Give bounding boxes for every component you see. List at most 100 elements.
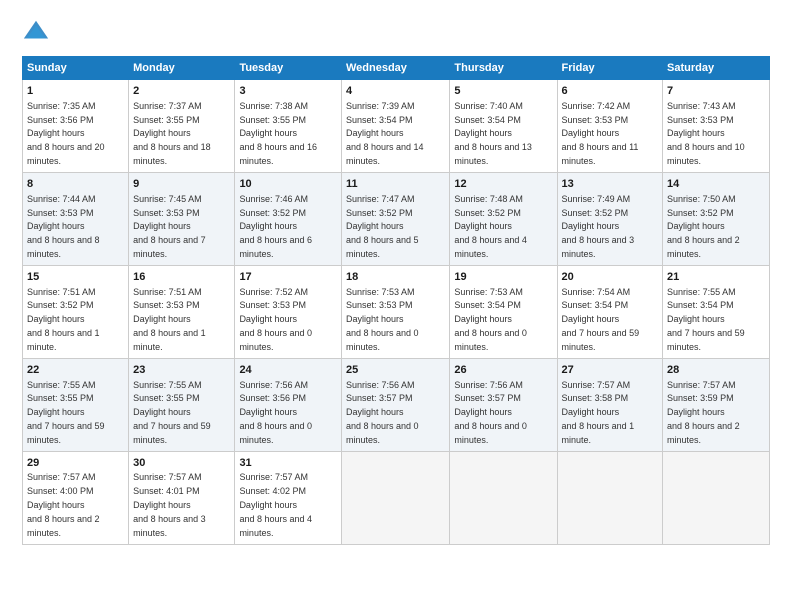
day-cell (557, 451, 663, 544)
day-number: 18 (346, 270, 445, 285)
day-number: 8 (27, 177, 124, 192)
day-detail: Sunrise: 7:55 AMSunset: 3:54 PMDaylight … (667, 287, 745, 352)
logo (22, 18, 54, 46)
day-number: 1 (27, 84, 124, 99)
day-cell: 18 Sunrise: 7:53 AMSunset: 3:53 PMDaylig… (341, 265, 449, 358)
day-number: 6 (562, 84, 659, 99)
day-number: 16 (133, 270, 230, 285)
day-cell: 11 Sunrise: 7:47 AMSunset: 3:52 PMDaylig… (341, 172, 449, 265)
day-number: 30 (133, 456, 230, 471)
day-cell: 16 Sunrise: 7:51 AMSunset: 3:53 PMDaylig… (129, 265, 235, 358)
day-detail: Sunrise: 7:45 AMSunset: 3:53 PMDaylight … (133, 194, 206, 259)
day-detail: Sunrise: 7:39 AMSunset: 3:54 PMDaylight … (346, 101, 424, 166)
day-cell: 20 Sunrise: 7:54 AMSunset: 3:54 PMDaylig… (557, 265, 663, 358)
day-cell: 3 Sunrise: 7:38 AMSunset: 3:55 PMDayligh… (235, 80, 342, 173)
day-detail: Sunrise: 7:46 AMSunset: 3:52 PMDaylight … (239, 194, 312, 259)
day-cell: 24 Sunrise: 7:56 AMSunset: 3:56 PMDaylig… (235, 358, 342, 451)
day-cell (450, 451, 557, 544)
calendar-table: SundayMondayTuesdayWednesdayThursdayFrid… (22, 56, 770, 545)
day-number: 24 (239, 363, 337, 378)
day-detail: Sunrise: 7:55 AMSunset: 3:55 PMDaylight … (27, 380, 105, 445)
header-cell-sunday: Sunday (23, 57, 129, 80)
day-cell: 17 Sunrise: 7:52 AMSunset: 3:53 PMDaylig… (235, 265, 342, 358)
day-detail: Sunrise: 7:57 AMSunset: 4:01 PMDaylight … (133, 472, 206, 537)
day-detail: Sunrise: 7:56 AMSunset: 3:56 PMDaylight … (239, 380, 312, 445)
day-number: 2 (133, 84, 230, 99)
header-row: SundayMondayTuesdayWednesdayThursdayFrid… (23, 57, 770, 80)
day-detail: Sunrise: 7:57 AMSunset: 4:02 PMDaylight … (239, 472, 312, 537)
day-cell: 22 Sunrise: 7:55 AMSunset: 3:55 PMDaylig… (23, 358, 129, 451)
day-number: 22 (27, 363, 124, 378)
day-detail: Sunrise: 7:57 AMSunset: 3:59 PMDaylight … (667, 380, 740, 445)
day-cell: 9 Sunrise: 7:45 AMSunset: 3:53 PMDayligh… (129, 172, 235, 265)
day-detail: Sunrise: 7:38 AMSunset: 3:55 PMDaylight … (239, 101, 317, 166)
day-cell: 6 Sunrise: 7:42 AMSunset: 3:53 PMDayligh… (557, 80, 663, 173)
day-detail: Sunrise: 7:48 AMSunset: 3:52 PMDaylight … (454, 194, 527, 259)
day-number: 12 (454, 177, 552, 192)
day-cell (663, 451, 770, 544)
day-number: 13 (562, 177, 659, 192)
calendar-header: SundayMondayTuesdayWednesdayThursdayFrid… (23, 57, 770, 80)
day-number: 3 (239, 84, 337, 99)
day-number: 15 (27, 270, 124, 285)
day-number: 17 (239, 270, 337, 285)
day-cell: 10 Sunrise: 7:46 AMSunset: 3:52 PMDaylig… (235, 172, 342, 265)
header-cell-saturday: Saturday (663, 57, 770, 80)
day-detail: Sunrise: 7:56 AMSunset: 3:57 PMDaylight … (346, 380, 419, 445)
day-detail: Sunrise: 7:50 AMSunset: 3:52 PMDaylight … (667, 194, 740, 259)
week-row-4: 22 Sunrise: 7:55 AMSunset: 3:55 PMDaylig… (23, 358, 770, 451)
day-detail: Sunrise: 7:51 AMSunset: 3:52 PMDaylight … (27, 287, 100, 352)
page: SundayMondayTuesdayWednesdayThursdayFrid… (0, 0, 792, 612)
day-cell: 4 Sunrise: 7:39 AMSunset: 3:54 PMDayligh… (341, 80, 449, 173)
day-number: 10 (239, 177, 337, 192)
calendar-body: 1 Sunrise: 7:35 AMSunset: 3:56 PMDayligh… (23, 80, 770, 545)
day-cell: 31 Sunrise: 7:57 AMSunset: 4:02 PMDaylig… (235, 451, 342, 544)
day-number: 23 (133, 363, 230, 378)
header-cell-thursday: Thursday (450, 57, 557, 80)
day-cell: 1 Sunrise: 7:35 AMSunset: 3:56 PMDayligh… (23, 80, 129, 173)
week-row-2: 8 Sunrise: 7:44 AMSunset: 3:53 PMDayligh… (23, 172, 770, 265)
day-detail: Sunrise: 7:40 AMSunset: 3:54 PMDaylight … (454, 101, 532, 166)
day-number: 20 (562, 270, 659, 285)
day-number: 26 (454, 363, 552, 378)
day-cell: 23 Sunrise: 7:55 AMSunset: 3:55 PMDaylig… (129, 358, 235, 451)
day-number: 21 (667, 270, 765, 285)
day-number: 14 (667, 177, 765, 192)
week-row-3: 15 Sunrise: 7:51 AMSunset: 3:52 PMDaylig… (23, 265, 770, 358)
day-cell: 27 Sunrise: 7:57 AMSunset: 3:58 PMDaylig… (557, 358, 663, 451)
day-cell: 7 Sunrise: 7:43 AMSunset: 3:53 PMDayligh… (663, 80, 770, 173)
week-row-5: 29 Sunrise: 7:57 AMSunset: 4:00 PMDaylig… (23, 451, 770, 544)
day-cell: 5 Sunrise: 7:40 AMSunset: 3:54 PMDayligh… (450, 80, 557, 173)
day-number: 31 (239, 456, 337, 471)
week-row-1: 1 Sunrise: 7:35 AMSunset: 3:56 PMDayligh… (23, 80, 770, 173)
day-detail: Sunrise: 7:52 AMSunset: 3:53 PMDaylight … (239, 287, 312, 352)
day-detail: Sunrise: 7:57 AMSunset: 3:58 PMDaylight … (562, 380, 635, 445)
day-cell: 25 Sunrise: 7:56 AMSunset: 3:57 PMDaylig… (341, 358, 449, 451)
day-detail: Sunrise: 7:53 AMSunset: 3:54 PMDaylight … (454, 287, 527, 352)
day-detail: Sunrise: 7:42 AMSunset: 3:53 PMDaylight … (562, 101, 639, 166)
day-detail: Sunrise: 7:49 AMSunset: 3:52 PMDaylight … (562, 194, 635, 259)
day-cell: 14 Sunrise: 7:50 AMSunset: 3:52 PMDaylig… (663, 172, 770, 265)
day-cell: 2 Sunrise: 7:37 AMSunset: 3:55 PMDayligh… (129, 80, 235, 173)
day-cell: 15 Sunrise: 7:51 AMSunset: 3:52 PMDaylig… (23, 265, 129, 358)
day-detail: Sunrise: 7:51 AMSunset: 3:53 PMDaylight … (133, 287, 206, 352)
day-detail: Sunrise: 7:54 AMSunset: 3:54 PMDaylight … (562, 287, 640, 352)
day-detail: Sunrise: 7:47 AMSunset: 3:52 PMDaylight … (346, 194, 419, 259)
day-number: 11 (346, 177, 445, 192)
day-number: 29 (27, 456, 124, 471)
day-detail: Sunrise: 7:44 AMSunset: 3:53 PMDaylight … (27, 194, 100, 259)
day-number: 25 (346, 363, 445, 378)
day-number: 4 (346, 84, 445, 99)
day-detail: Sunrise: 7:57 AMSunset: 4:00 PMDaylight … (27, 472, 100, 537)
day-cell: 13 Sunrise: 7:49 AMSunset: 3:52 PMDaylig… (557, 172, 663, 265)
day-number: 9 (133, 177, 230, 192)
header-cell-wednesday: Wednesday (341, 57, 449, 80)
day-cell: 8 Sunrise: 7:44 AMSunset: 3:53 PMDayligh… (23, 172, 129, 265)
day-cell: 19 Sunrise: 7:53 AMSunset: 3:54 PMDaylig… (450, 265, 557, 358)
day-cell: 29 Sunrise: 7:57 AMSunset: 4:00 PMDaylig… (23, 451, 129, 544)
day-cell: 12 Sunrise: 7:48 AMSunset: 3:52 PMDaylig… (450, 172, 557, 265)
header-cell-friday: Friday (557, 57, 663, 80)
day-detail: Sunrise: 7:53 AMSunset: 3:53 PMDaylight … (346, 287, 419, 352)
day-number: 5 (454, 84, 552, 99)
day-number: 19 (454, 270, 552, 285)
